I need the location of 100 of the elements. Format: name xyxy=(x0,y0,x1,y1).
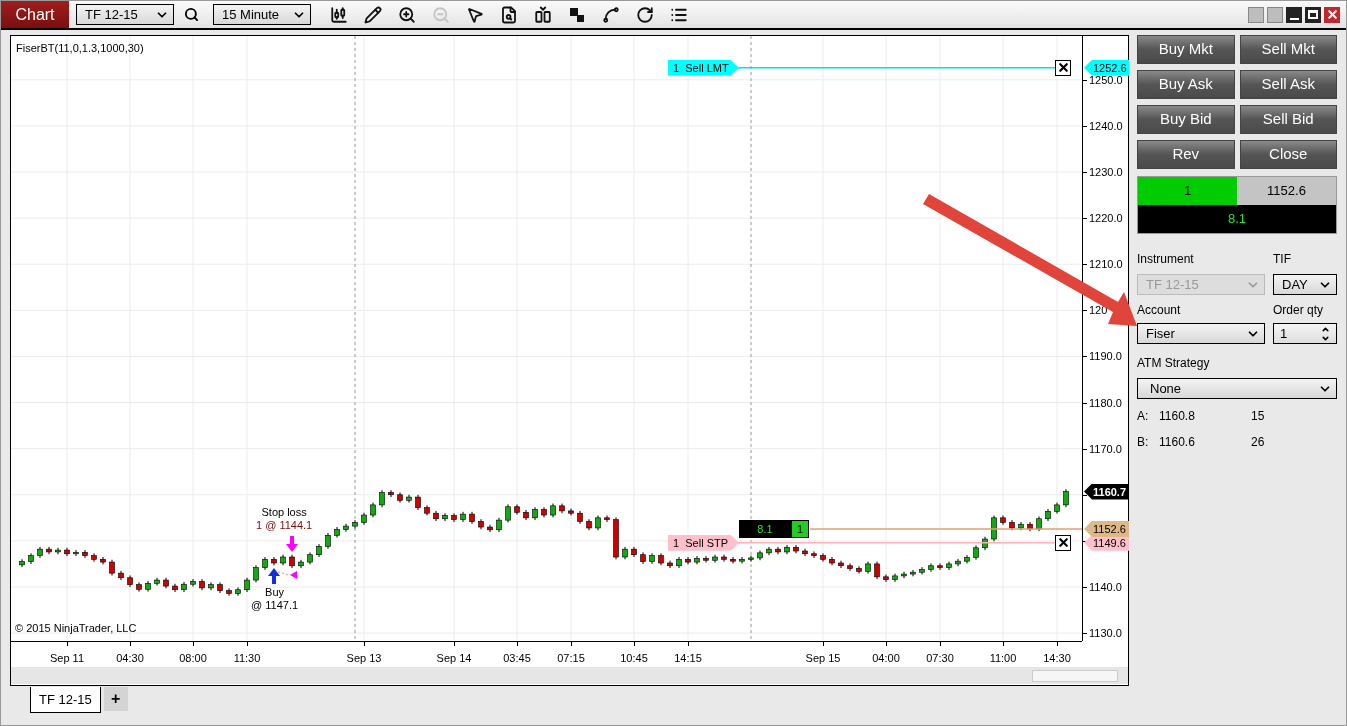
price-axis-label: 1180.0 xyxy=(1089,396,1122,409)
copyright-text: © 2015 NinjaTrader, LLC xyxy=(15,621,137,636)
order-button[interactable]: Buy Ask xyxy=(1137,70,1235,99)
candlestick xyxy=(928,562,934,573)
candlestick xyxy=(235,586,241,597)
chart-window-tab[interactable]: Chart xyxy=(1,1,69,28)
close-button[interactable] xyxy=(1324,6,1340,23)
price-axis-label: 1210.0 xyxy=(1089,258,1123,271)
cancel-order-button[interactable] xyxy=(1055,534,1071,551)
quote-side: B: xyxy=(1137,434,1150,451)
close-icon xyxy=(1325,8,1339,21)
order-tag[interactable]: 1 Sell LMT xyxy=(668,59,739,76)
candlestick xyxy=(847,562,853,572)
position-price-tag: 1152.6 xyxy=(1084,520,1129,537)
candlestick xyxy=(82,549,88,559)
instrument-select[interactable]: TF 12-15 xyxy=(76,4,174,25)
buy-label: @ 1147.1 xyxy=(251,599,299,612)
price-axis-label: 1250.0 xyxy=(1089,73,1123,86)
candlestick xyxy=(703,555,709,564)
quote-size: 15 xyxy=(1251,408,1265,425)
add-tab-button[interactable]: + xyxy=(103,687,128,711)
last-price-tag: 1160.7 xyxy=(1084,483,1129,500)
interval-select[interactable]: 15 Minute xyxy=(213,4,311,25)
cancel-order-button[interactable] xyxy=(1055,59,1071,76)
time-axis-label: Sep 15 xyxy=(804,651,842,666)
candlestick xyxy=(811,550,817,559)
indicator-label: FiserBT(11,0,1.3,1000,30) xyxy=(16,41,144,56)
unrealized-pnl: 8.1 xyxy=(1138,205,1336,233)
price-axis-label: 1190.0 xyxy=(1089,350,1122,363)
candlestick xyxy=(820,552,826,563)
position-quantity: 1 xyxy=(1138,177,1237,205)
time-axis-label: Sep 11 xyxy=(48,651,86,666)
time-axis-label: 10:45 xyxy=(619,651,649,666)
close-icon xyxy=(1056,536,1070,550)
order-qty-field[interactable]: 1 xyxy=(1273,323,1337,344)
position-pnl: 8.1 xyxy=(739,519,791,538)
tif-select[interactable]: DAY xyxy=(1273,274,1337,295)
order-button[interactable]: Buy Bid xyxy=(1137,105,1235,134)
close-icon xyxy=(1056,61,1070,75)
scrollbar-thumb[interactable] xyxy=(1032,669,1118,682)
instrument-label: Instrument xyxy=(1137,251,1195,268)
candlestick xyxy=(856,565,862,575)
candlestick xyxy=(226,587,232,597)
order-qty-label: Order qty xyxy=(1273,302,1324,319)
price-axis-label: 1140.0 xyxy=(1089,580,1122,593)
candlestick xyxy=(730,556,736,564)
average-price: 1152.6 xyxy=(1237,177,1336,205)
order-button[interactable]: Close xyxy=(1239,140,1337,169)
candlestick xyxy=(739,556,745,564)
atm-strategy-label: ATM Strategy xyxy=(1137,355,1211,372)
time-axis-label: 04:30 xyxy=(115,651,145,666)
down-arrow-icon xyxy=(286,536,298,552)
instrument-tab[interactable]: TF 12-15 xyxy=(30,687,101,713)
price-axis-label: 1230.0 xyxy=(1089,166,1123,178)
execution-connector-line xyxy=(277,571,291,576)
candlestick xyxy=(604,515,610,523)
time-axis-label: 14:15 xyxy=(673,651,703,666)
price-axis-label: 1240.0 xyxy=(1089,119,1123,132)
order-tag[interactable]: 1 Sell STP xyxy=(668,534,739,551)
time-axis-label: 11:30 xyxy=(232,651,262,666)
stop-loss-label: Stop loss xyxy=(261,506,307,519)
time-axis-label: 03:45 xyxy=(502,651,532,666)
quote-side: A: xyxy=(1137,408,1150,425)
order-button[interactable]: Rev xyxy=(1137,140,1235,169)
order-button[interactable]: Buy Mkt xyxy=(1137,35,1235,64)
atm-strategy-select[interactable]: None xyxy=(1137,378,1337,399)
candlestick xyxy=(442,512,448,522)
price-axis-label: 1170.0 xyxy=(1089,442,1122,455)
exit-marker-icon xyxy=(290,571,297,579)
price-axis-label: 1220.0 xyxy=(1089,212,1123,225)
order-button[interactable]: Sell Mkt xyxy=(1239,35,1337,64)
time-axis-label: 08:00 xyxy=(178,651,208,666)
account-label: Account xyxy=(1137,302,1182,319)
time-axis-label: 11:00 xyxy=(988,651,1018,666)
quote-price: 1160.8 xyxy=(1159,408,1196,425)
time-axis-label: Sep 13 xyxy=(345,651,383,666)
account-select[interactable]: Fiser xyxy=(1137,323,1265,344)
time-axis-label: 14:30 xyxy=(1042,651,1072,666)
price-axis-label: 120 xyxy=(1089,304,1108,317)
tif-label: TIF xyxy=(1273,251,1292,268)
stop-loss-label: 1 @ 1144.1 xyxy=(256,519,313,532)
candlestick xyxy=(388,489,394,498)
time-axis-label: 04:00 xyxy=(871,651,901,666)
order-button[interactable]: Sell Ask xyxy=(1239,70,1337,99)
order-price-tag: 1252.6 xyxy=(1084,59,1129,76)
candlestick xyxy=(19,558,25,568)
order-button[interactable]: Sell Bid xyxy=(1239,105,1337,134)
candlestick xyxy=(991,515,997,542)
maximize-button[interactable] xyxy=(1305,6,1321,23)
candlestick xyxy=(937,562,943,571)
time-axis-label: 07:15 xyxy=(556,651,586,666)
window-option-button[interactable] xyxy=(1248,6,1264,23)
time-axis-label: 07:30 xyxy=(925,651,955,666)
position-quantity: 1 xyxy=(791,519,809,538)
time-axis-label: Sep 14 xyxy=(435,651,473,666)
candlestick xyxy=(91,552,97,563)
buy-label: Buy xyxy=(265,586,284,599)
candlestick xyxy=(190,578,196,588)
minimize-button[interactable] xyxy=(1286,6,1302,23)
horizontal-scrollbar[interactable] xyxy=(11,667,1128,684)
